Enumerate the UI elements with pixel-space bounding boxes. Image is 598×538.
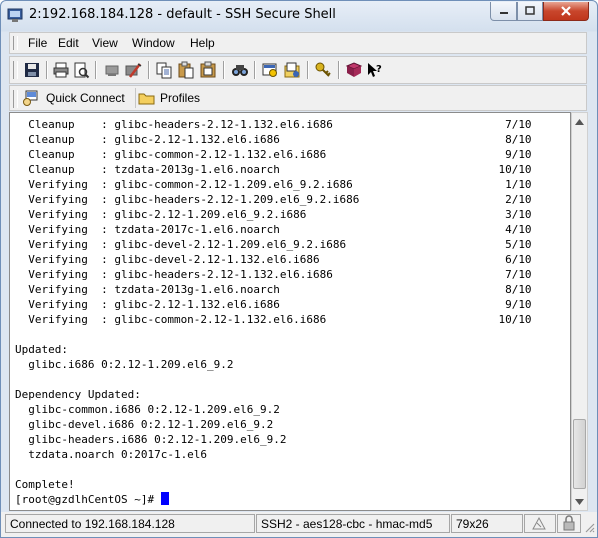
text-cursor xyxy=(160,492,169,505)
terminal-line: Verifying : glibc-headers-2.12-1.209.el6… xyxy=(15,193,532,206)
profiles-button[interactable]: Profiles xyxy=(135,88,200,108)
toolbar-separator xyxy=(148,61,150,79)
terminal-line: Verifying : glibc-common-2.12-1.209.el6_… xyxy=(15,178,532,191)
terminal-line: Verifying : glibc-devel-2.12-1.132.el6.i… xyxy=(15,253,532,266)
terminal-line: Verifying : glibc-headers-2.12-1.132.el6… xyxy=(15,268,532,281)
status-cipher: SSH2 - aes128-cbc - hmac-md5 xyxy=(256,514,450,533)
terminal-line: Cleanup : glibc-common-2.12-1.132.el6.i6… xyxy=(15,148,532,161)
disconnect-icon[interactable] xyxy=(103,61,121,79)
file-transfer-icon[interactable] xyxy=(283,61,301,79)
terminal-line: Dependency Updated: xyxy=(15,388,141,401)
find-icon[interactable] xyxy=(231,61,249,79)
status-bar: Connected to 192.168.184.128 SSH2 - aes1… xyxy=(1,512,597,537)
terminal-output: Cleanup : glibc-headers-2.12-1.132.el6.i… xyxy=(15,117,532,507)
toolbar-separator xyxy=(95,61,97,79)
terminal-line: Cleanup : tzdata-2013g-1.el6.noarch 10/1… xyxy=(15,163,532,176)
key-icon[interactable] xyxy=(314,61,332,79)
terminal-line: glibc-common.i686 0:2.12-1.209.el6_9.2 xyxy=(15,403,280,416)
shell-prompt: [root@gzdlhCentOS ~]# xyxy=(15,493,161,506)
quick-connect-button[interactable]: Quick Connect xyxy=(22,88,125,108)
resize-grip-icon[interactable] xyxy=(583,521,595,533)
terminal-line: Updated: xyxy=(15,343,68,356)
terminal-line: Verifying : glibc-devel-2.12-1.209.el6_9… xyxy=(15,238,532,251)
toolbar: ? xyxy=(9,56,587,84)
status-connection: Connected to 192.168.184.128 xyxy=(5,514,255,533)
terminal-line: Verifying : glibc-2.12-1.132.el6.i686 9/… xyxy=(15,298,532,311)
quickbar-grip[interactable] xyxy=(13,90,18,108)
paste-special-icon[interactable] xyxy=(199,61,217,79)
terminal-line: Cleanup : glibc-2.12-1.132.el6.i686 8/10 xyxy=(15,133,532,146)
lock-icon xyxy=(563,515,575,531)
context-help-icon[interactable]: ? xyxy=(366,61,384,79)
terminal-line: Cleanup : glibc-headers-2.12-1.132.el6.i… xyxy=(15,118,532,131)
settings-icon[interactable] xyxy=(261,61,279,79)
terminal-line: Verifying : glibc-common-2.12-1.132.el6.… xyxy=(15,313,532,326)
toolbar-separator xyxy=(46,61,48,79)
terminal-line: Complete! xyxy=(15,478,75,491)
vertical-scrollbar[interactable] xyxy=(571,112,588,511)
toolbar-grip[interactable] xyxy=(13,61,18,79)
terminal-line: Verifying : tzdata-2013g-1.el6.noarch 8/… xyxy=(15,283,532,296)
toolbar-separator xyxy=(254,61,256,79)
terminal-prompt-line[interactable]: [root@gzdlhCentOS ~]# xyxy=(15,492,532,507)
toolbar-separator xyxy=(223,61,225,79)
print-icon[interactable] xyxy=(52,61,70,79)
window-title: 2:192.168.184.128 - default - SSH Secure… xyxy=(29,7,336,22)
close-button[interactable] xyxy=(543,2,589,21)
status-lock-pane xyxy=(557,514,581,533)
menu-help[interactable]: Help xyxy=(190,36,215,50)
ssh-window: 2:192.168.184.128 - default - SSH Secure… xyxy=(0,0,598,538)
paste-icon[interactable] xyxy=(177,61,195,79)
save-icon[interactable] xyxy=(23,61,41,79)
menu-view[interactable]: View xyxy=(92,36,118,50)
terminal-line: tzdata.noarch 0:2017c-1.el6 xyxy=(15,448,208,461)
svg-text:?: ? xyxy=(376,64,382,75)
maximize-button[interactable] xyxy=(517,2,543,21)
minimize-button[interactable] xyxy=(490,2,517,21)
toolbar-separator xyxy=(307,61,309,79)
print-preview-icon[interactable] xyxy=(72,61,90,79)
close-icon xyxy=(561,6,571,16)
terminal-line: glibc-devel.i686 0:2.12-1.209.el6_9.2 xyxy=(15,418,274,431)
quick-connect-icon xyxy=(23,90,38,106)
ssh-app-icon xyxy=(7,8,23,22)
scroll-down-button[interactable] xyxy=(572,493,587,510)
terminal-area[interactable]: Cleanup : glibc-headers-2.12-1.132.el6.i… xyxy=(9,112,571,511)
menu-edit[interactable]: Edit xyxy=(58,36,79,50)
scroll-up-button[interactable] xyxy=(572,113,587,130)
folder-icon xyxy=(138,93,155,105)
transfer-indicator-icon xyxy=(532,516,546,530)
scroll-down-icon xyxy=(575,498,584,505)
menu-window[interactable]: Window xyxy=(132,36,175,50)
copy-icon[interactable] xyxy=(155,61,173,79)
terminal-line: glibc.i686 0:2.12-1.209.el6_9.2 xyxy=(15,358,234,371)
edit-profile-icon[interactable] xyxy=(124,61,142,79)
maximize-icon xyxy=(525,6,535,15)
toolbar-separator xyxy=(338,61,340,79)
menu-file[interactable]: File xyxy=(28,36,47,50)
status-terminal-size: 79x26 xyxy=(451,514,523,533)
terminal-line: Verifying : tzdata-2017c-1.el6.noarch 4/… xyxy=(15,223,532,236)
menu-bar: File Edit View Window Help xyxy=(9,32,587,54)
scroll-up-icon xyxy=(575,118,584,125)
menu-grip[interactable] xyxy=(13,36,18,50)
minimize-icon xyxy=(499,12,508,14)
terminal-line: Verifying : glibc-2.12-1.209.el6_9.2.i68… xyxy=(15,208,532,221)
help-book-icon[interactable] xyxy=(345,61,363,79)
status-transfer-pane xyxy=(524,514,556,533)
quick-connect-bar: Quick Connect Profiles xyxy=(9,85,587,111)
quick-connect-label: Quick Connect xyxy=(46,91,125,105)
title-bar[interactable]: 2:192.168.184.128 - default - SSH Secure… xyxy=(1,1,597,31)
scroll-thumb[interactable] xyxy=(573,419,586,489)
terminal-line: glibc-headers.i686 0:2.12-1.209.el6_9.2 xyxy=(15,433,287,446)
profiles-label: Profiles xyxy=(160,91,201,105)
